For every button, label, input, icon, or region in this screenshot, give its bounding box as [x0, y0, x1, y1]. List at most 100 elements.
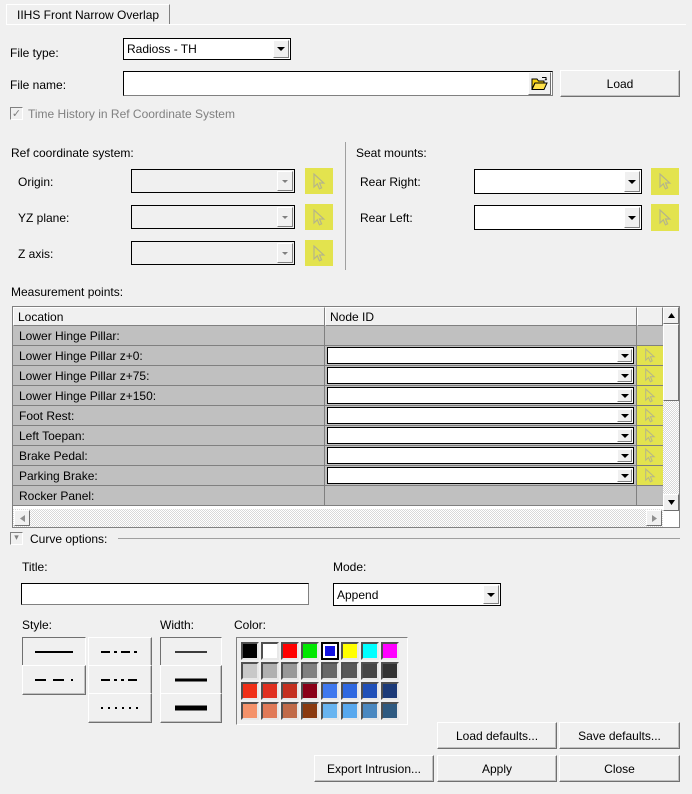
chevron-down-icon[interactable]	[624, 171, 640, 192]
node-id-combobox[interactable]	[327, 367, 634, 384]
node-id-combobox[interactable]	[327, 347, 634, 364]
close-button[interactable]: Close	[559, 755, 680, 782]
color-swatch[interactable]	[261, 702, 279, 720]
row-pick-button[interactable]	[637, 366, 663, 386]
color-swatch[interactable]	[261, 682, 279, 700]
row-pick-button[interactable]	[637, 446, 663, 466]
chevron-down-icon[interactable]	[483, 585, 499, 604]
origin-pick-button[interactable]	[305, 168, 333, 194]
color-swatch[interactable]	[281, 642, 299, 660]
color-swatch[interactable]	[241, 682, 259, 700]
color-swatch[interactable]	[301, 682, 319, 700]
color-swatch[interactable]	[361, 642, 379, 660]
color-swatch[interactable]	[381, 662, 399, 680]
time-history-checkbox[interactable]: ✓	[10, 107, 23, 120]
color-swatch[interactable]	[301, 642, 319, 660]
color-swatch[interactable]	[381, 642, 399, 660]
table-row[interactable]: Lower Hinge Pillar z+0:	[13, 346, 679, 366]
tab-iihs-front-narrow-overlap[interactable]: IIHS Front Narrow Overlap	[6, 4, 171, 25]
node-id-combobox[interactable]	[327, 447, 634, 464]
color-swatch[interactable]	[281, 702, 299, 720]
color-swatch[interactable]	[361, 702, 379, 720]
cell-node-id[interactable]	[325, 386, 637, 406]
column-header-location[interactable]: Location	[13, 307, 325, 326]
chevron-down-icon[interactable]	[617, 469, 632, 482]
color-swatch[interactable]	[301, 662, 319, 680]
width-button-thick[interactable]	[160, 693, 222, 723]
color-swatch[interactable]	[321, 702, 339, 720]
chevron-down-icon[interactable]	[273, 40, 289, 58]
chevron-down-icon[interactable]	[617, 369, 632, 382]
cell-node-id[interactable]	[325, 466, 637, 486]
color-swatch[interactable]	[341, 642, 359, 660]
rear-left-combobox[interactable]	[474, 205, 642, 230]
save-defaults-button[interactable]: Save defaults...	[559, 722, 680, 749]
chevron-down-icon[interactable]	[624, 207, 640, 228]
color-swatch[interactable]	[381, 682, 399, 700]
vertical-scroll-thumb[interactable]	[663, 324, 679, 401]
table-row[interactable]: Lower Hinge Pillar z+75:	[13, 366, 679, 386]
color-swatch[interactable]	[241, 662, 259, 680]
apply-button[interactable]: Apply	[437, 755, 557, 782]
color-swatch[interactable]	[281, 682, 299, 700]
z-axis-combobox[interactable]	[131, 241, 295, 265]
cell-node-id[interactable]	[325, 426, 637, 446]
color-swatch[interactable]	[241, 642, 259, 660]
chevron-down-icon[interactable]	[277, 243, 293, 263]
cell-node-id[interactable]	[325, 366, 637, 386]
table-row[interactable]: Left Toepan:	[13, 426, 679, 446]
row-pick-button[interactable]	[637, 466, 663, 486]
table-row[interactable]: Brake Pedal:	[13, 446, 679, 466]
table-row[interactable]: Foot Rest:	[13, 406, 679, 426]
file-name-input[interactable]	[123, 71, 553, 96]
chevron-down-icon[interactable]	[617, 409, 632, 422]
color-swatch[interactable]	[341, 702, 359, 720]
chevron-down-icon[interactable]	[617, 429, 632, 442]
cell-node-id[interactable]	[325, 446, 637, 466]
yz-plane-pick-button[interactable]	[305, 204, 333, 230]
chevron-down-icon[interactable]	[277, 207, 293, 227]
color-swatch[interactable]	[261, 662, 279, 680]
table-row[interactable]: Rocker Panel:	[13, 486, 679, 506]
color-swatch[interactable]	[261, 642, 279, 660]
color-swatch[interactable]	[341, 682, 359, 700]
width-button-medium[interactable]	[160, 665, 222, 695]
color-palette[interactable]	[236, 637, 408, 725]
cell-node-id[interactable]	[325, 346, 637, 366]
style-button-dash-dot-dot[interactable]	[88, 665, 152, 695]
table-row[interactable]: Parking Brake:	[13, 466, 679, 486]
color-swatch[interactable]	[321, 682, 339, 700]
color-swatch[interactable]	[301, 702, 319, 720]
scroll-down-arrow-icon[interactable]	[663, 494, 679, 511]
color-swatch[interactable]	[241, 702, 259, 720]
chevron-down-icon[interactable]	[277, 171, 293, 191]
scroll-up-arrow-icon[interactable]	[663, 307, 679, 324]
column-header-node-id[interactable]: Node ID	[325, 307, 637, 326]
row-pick-button[interactable]	[637, 406, 663, 426]
rear-right-pick-button[interactable]	[651, 168, 679, 195]
width-button-thin[interactable]	[160, 637, 222, 667]
color-swatch[interactable]	[381, 702, 399, 720]
style-button-dotted[interactable]	[88, 693, 152, 723]
mode-combobox[interactable]: Append	[333, 583, 501, 606]
rear-left-pick-button[interactable]	[651, 204, 679, 231]
table-row[interactable]: Lower Hinge Pillar z+150:	[13, 386, 679, 406]
scroll-right-arrow-icon[interactable]	[646, 510, 662, 526]
yz-plane-combobox[interactable]	[131, 205, 295, 229]
table-row[interactable]: Lower Hinge Pillar:	[13, 326, 679, 346]
style-button-dash-dot[interactable]	[88, 637, 152, 667]
load-defaults-button[interactable]: Load defaults...	[437, 722, 557, 749]
file-type-combobox[interactable]: Radioss - TH	[123, 38, 291, 60]
color-swatch[interactable]	[321, 642, 339, 660]
color-swatch[interactable]	[321, 662, 339, 680]
z-axis-pick-button[interactable]	[305, 240, 333, 266]
chevron-down-icon[interactable]	[617, 349, 632, 362]
scroll-left-arrow-icon[interactable]	[14, 510, 30, 526]
row-pick-button[interactable]	[637, 346, 663, 366]
curve-options-toggle[interactable]: ▾	[10, 532, 23, 545]
color-swatch[interactable]	[281, 662, 299, 680]
origin-combobox[interactable]	[131, 169, 295, 193]
table-vertical-scrollbar[interactable]	[663, 307, 679, 511]
node-id-combobox[interactable]	[327, 387, 634, 404]
row-pick-button[interactable]	[637, 386, 663, 406]
